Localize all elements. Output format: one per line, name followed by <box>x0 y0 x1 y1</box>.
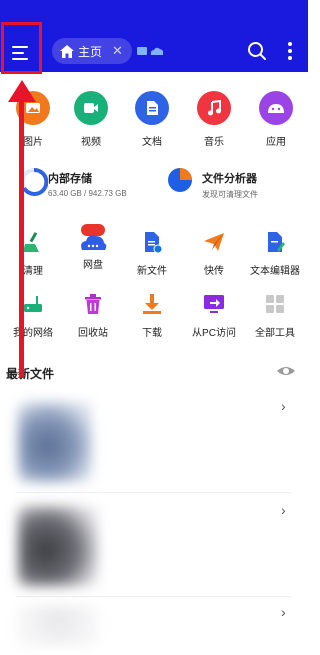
music-icon <box>197 91 231 125</box>
file-thumbnail <box>18 506 98 586</box>
tool-downloads[interactable]: 下载 <box>122 292 182 339</box>
search-button[interactable] <box>247 41 267 61</box>
document-icon <box>135 91 169 125</box>
search-icon <box>248 42 266 60</box>
trash-icon <box>81 292 105 316</box>
category-label: 文档 <box>142 137 162 148</box>
file-analyzer[interactable]: 文件分析器 发现可清理文件 <box>202 170 302 200</box>
annotation-arrow <box>19 98 24 378</box>
tool-label: 我的网络 <box>13 328 53 339</box>
storage-icons <box>136 44 164 58</box>
home-icon <box>60 44 74 58</box>
top-bar <box>0 0 308 72</box>
tool-clean[interactable]: 清理 <box>3 230 63 277</box>
tool-text-editor[interactable]: 文本编辑器 <box>245 230 305 277</box>
recent-files-title: 最新文件 <box>6 367 55 381</box>
pie-chart-icon <box>166 166 194 194</box>
tool-all-tools[interactable]: 全部工具 <box>245 292 305 339</box>
text-editor-icon <box>263 230 287 254</box>
tool-label: 网盘 <box>83 260 103 271</box>
internal-storage-icon <box>20 167 49 196</box>
category-videos[interactable]: 视频 <box>61 91 121 148</box>
send-icon <box>202 230 226 254</box>
tool-label: 全部工具 <box>255 328 295 339</box>
file-thumbnail <box>18 402 92 482</box>
category-label: 音乐 <box>204 137 224 148</box>
category-music[interactable]: 音乐 <box>184 91 244 148</box>
divider <box>16 492 292 493</box>
divider <box>16 596 292 597</box>
tool-new-file[interactable]: 新文件 <box>122 230 182 277</box>
recent-file-item[interactable]: › <box>16 396 296 486</box>
tool-my-network[interactable]: 我的网络 <box>3 292 63 339</box>
router-icon <box>21 292 45 316</box>
tool-cloud-drive[interactable]: 网盘 <box>63 222 123 271</box>
annotation-highlight-box <box>1 22 42 74</box>
visibility-toggle[interactable] <box>276 363 296 379</box>
tool-recycle-bin[interactable]: 回收站 <box>63 292 123 339</box>
eye-icon <box>277 367 295 375</box>
file-thumbnail <box>18 606 98 646</box>
home-tab-label: 主页 <box>78 44 103 59</box>
category-label: 应用 <box>266 137 286 148</box>
analyzer-title: 文件分析器 <box>202 173 257 185</box>
home-tab[interactable]: 主页 ✕ <box>52 38 132 64</box>
chevron-right-icon: › <box>281 604 286 620</box>
download-icon <box>140 292 164 316</box>
tool-label: 快传 <box>204 266 224 277</box>
category-documents[interactable]: 文档 <box>122 91 182 148</box>
cloud-drive-icon <box>78 222 108 254</box>
tool-quick-send[interactable]: 快传 <box>184 230 244 277</box>
pc-access-icon <box>202 292 226 316</box>
recent-file-item[interactable]: › <box>16 602 296 655</box>
tool-label: 从PC访问 <box>192 328 236 339</box>
storage-usage: 63.40 GB / 942.73 GB <box>48 189 127 198</box>
storage-title: 内部存储 <box>48 173 92 185</box>
broom-icon <box>21 230 45 254</box>
category-label: 视频 <box>81 137 101 148</box>
more-options-button[interactable] <box>285 40 295 62</box>
all-tools-icon <box>263 292 287 316</box>
more-vertical-icon <box>288 42 292 60</box>
close-tab-icon[interactable]: ✕ <box>112 43 123 59</box>
video-icon <box>74 91 108 125</box>
tool-label: 新文件 <box>137 266 167 277</box>
new-file-icon <box>140 230 164 254</box>
tool-label: 文本编辑器 <box>250 266 300 277</box>
chevron-right-icon: › <box>281 398 286 414</box>
internal-storage[interactable]: 内部存储 63.40 GB / 942.73 GB <box>48 170 168 198</box>
tool-label: 回收站 <box>78 328 108 339</box>
analyzer-subtitle: 发现可清理文件 <box>202 190 258 199</box>
android-icon <box>259 91 293 125</box>
category-label: 图片 <box>23 137 43 148</box>
category-apps[interactable]: 应用 <box>246 91 306 148</box>
tool-label: 清理 <box>23 266 43 277</box>
chevron-right-icon: › <box>281 502 286 518</box>
recent-file-item[interactable]: › <box>16 500 296 590</box>
tool-pc-access[interactable]: 从PC访问 <box>184 292 244 339</box>
tool-label: 下载 <box>142 328 162 339</box>
